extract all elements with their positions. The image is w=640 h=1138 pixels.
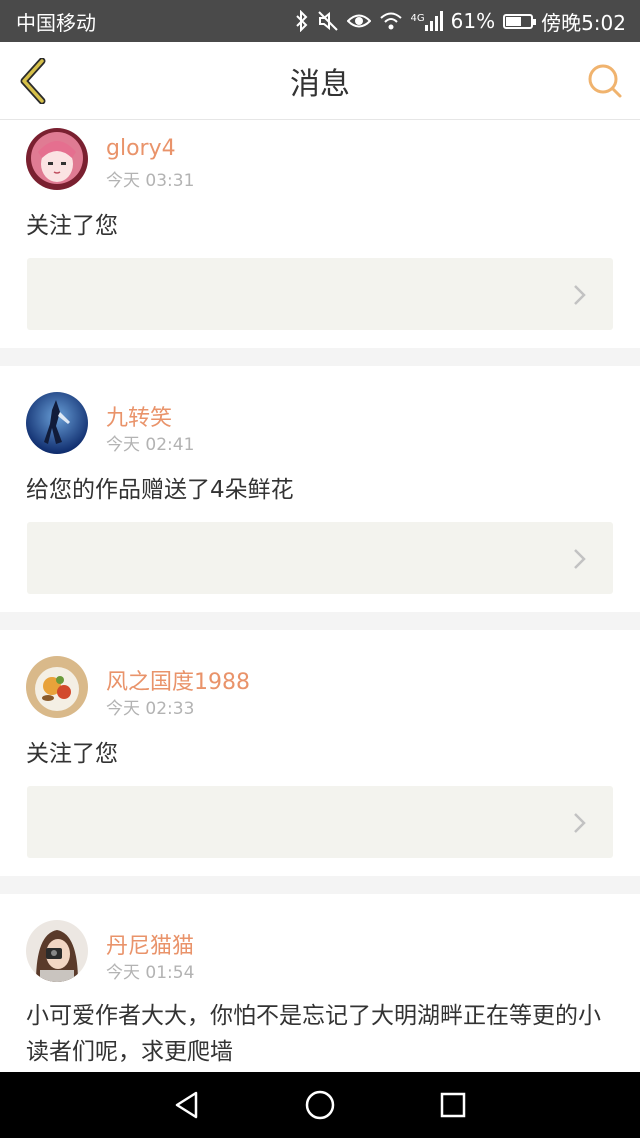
mute-icon (317, 10, 339, 32)
username[interactable]: glory4 (106, 136, 176, 161)
message-text: 小可爱作者大大，你怕不是忘记了大明湖畔正在等更的小读者们呢，求更爬墙 (26, 1003, 601, 1065)
signal-icon: 4G (411, 11, 443, 31)
username[interactable]: 九转笑 (106, 400, 172, 432)
battery-icon (503, 13, 537, 29)
system-home-button[interactable] (300, 1085, 340, 1125)
separator (0, 348, 640, 366)
chevron-left-icon (20, 57, 46, 105)
separator (0, 612, 640, 630)
blue-figure-avatar (26, 392, 88, 454)
clock: 傍晚5:02 (541, 10, 626, 35)
message-item: 丹尼猫猫 今天 01:54 小可爱作者大大，你怕不是忘记了大明湖畔正在等更的小读… (0, 894, 640, 1072)
anime-girl-avatar (26, 128, 88, 190)
username[interactable]: 风之国度1988 (106, 664, 250, 696)
chevron-right-icon (574, 813, 586, 833)
timestamp: 今天 01:54 (106, 963, 195, 983)
home-circle-icon (305, 1090, 335, 1120)
user-avatar[interactable] (26, 920, 88, 982)
user-avatar[interactable] (26, 128, 88, 190)
message-text: 关注了您 (26, 741, 118, 767)
timestamp: 今天 03:31 (106, 171, 195, 191)
back-button[interactable] (14, 57, 54, 105)
username[interactable]: 丹尼猫猫 (106, 928, 194, 960)
separator (0, 876, 640, 894)
message-detail-box[interactable] (27, 522, 613, 594)
eye-icon (346, 12, 371, 30)
network-type-label: 4G (410, 13, 425, 24)
chevron-right-icon (574, 285, 586, 305)
recents-square-icon (441, 1092, 466, 1118)
message-text: 给您的作品赠送了4朵鲜花 (26, 477, 294, 503)
search-icon (588, 64, 622, 98)
system-back-button[interactable] (167, 1085, 207, 1125)
user-avatar[interactable] (26, 392, 88, 454)
camera-girl-avatar (26, 920, 88, 982)
message-detail-box[interactable] (27, 258, 613, 330)
chevron-right-icon (574, 549, 586, 569)
message-text: 关注了您 (26, 213, 118, 239)
system-nav-bar (0, 1072, 640, 1138)
status-bar: 中国移动 4G 61% 傍晚5:02 (0, 0, 640, 42)
wifi-icon (379, 11, 403, 31)
page-title: 消息 (290, 66, 350, 102)
message-item: 九转笑 今天 02:41 给您的作品赠送了4朵鲜花 (0, 366, 640, 612)
message-item: 风之国度1988 今天 02:33 关注了您 (0, 630, 640, 876)
timestamp: 今天 02:33 (106, 699, 195, 719)
message-detail-box[interactable] (27, 786, 613, 858)
message-item: glory4 今天 03:31 关注了您 (0, 120, 640, 348)
status-icons: 4G 61% 傍晚5:02 (295, 7, 626, 36)
user-avatar[interactable] (26, 656, 88, 718)
header: 消息 (0, 42, 640, 120)
timestamp: 今天 02:41 (106, 435, 195, 455)
bluetooth-icon (295, 10, 309, 32)
battery-percent: 61% (450, 9, 496, 33)
food-plate-avatar (26, 656, 88, 718)
message-list[interactable]: glory4 今天 03:31 关注了您 九转笑 今天 02:41 给您的作品赠… (0, 120, 640, 1072)
search-button[interactable] (586, 62, 624, 100)
system-recents-button[interactable] (433, 1085, 473, 1125)
back-triangle-icon (175, 1091, 197, 1119)
carrier-label: 中国移动 (16, 10, 96, 35)
